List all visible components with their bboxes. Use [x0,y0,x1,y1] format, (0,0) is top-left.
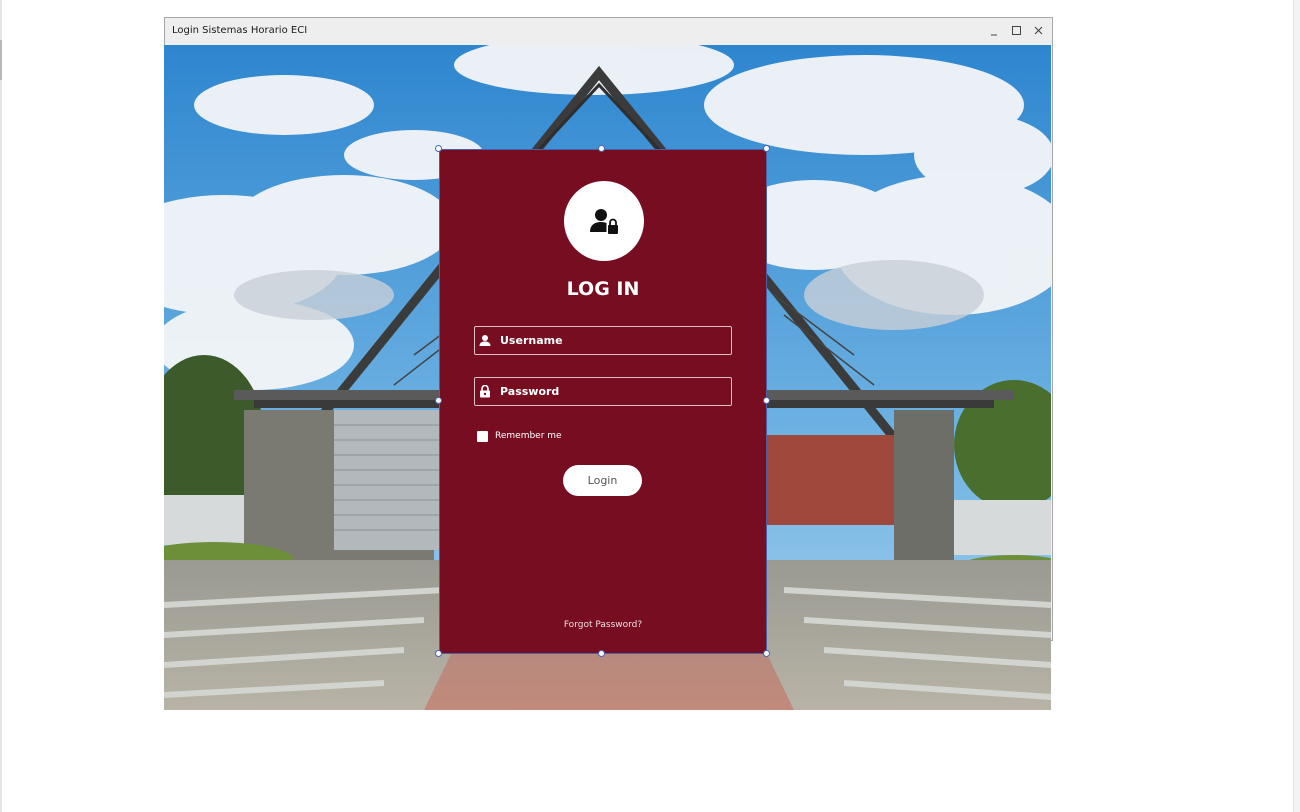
maximize-icon[interactable] [1009,23,1025,39]
resize-handle-bottom[interactable] [598,650,605,657]
login-button[interactable]: Login [563,465,642,496]
resize-handle-top-right[interactable] [763,145,770,152]
username-field[interactable]: Username [474,326,732,355]
close-icon[interactable] [1031,23,1047,39]
resize-handle-left[interactable] [435,397,442,404]
password-placeholder: Password [500,385,560,398]
left-edge-marker [0,40,2,80]
remember-me-label: Remember me [495,431,562,441]
avatar [564,181,644,261]
window-titlebar: Login Sistemas Horario ECI [165,18,1052,45]
left-edge-strip [0,0,2,812]
right-scrollbar-track [1293,0,1300,812]
forgot-password-link[interactable]: Forgot Password? [440,620,766,630]
lock-icon [480,385,490,398]
window-title: Login Sistemas Horario ECI [172,25,308,36]
resize-handle-bottom-left[interactable] [435,650,442,657]
user-icon [479,335,491,346]
remember-me-checkbox[interactable] [477,431,488,442]
minimize-icon[interactable] [987,23,1003,39]
login-panel: LOG IN Username Password Remember me Log… [439,149,767,654]
resize-handle-right[interactable] [763,397,770,404]
user-lock-icon [590,209,618,234]
resize-handle-top-left[interactable] [435,145,442,152]
resize-handle-bottom-right[interactable] [763,650,770,657]
login-title: LOG IN [566,278,640,300]
password-field[interactable]: Password [474,377,732,406]
resize-handle-top[interactable] [598,145,605,152]
username-placeholder: Username [500,334,563,347]
